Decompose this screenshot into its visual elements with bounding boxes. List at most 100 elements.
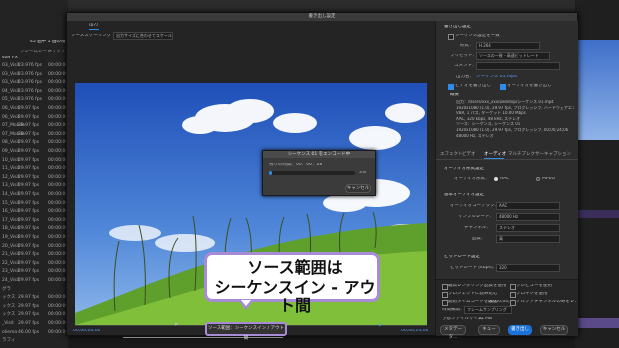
list-item[interactable]: 03_Visit 23.976 fps 00:00:00	[0, 62, 68, 71]
list-item[interactable]: 16_Visit 29.97 fps 00:00:00	[0, 208, 68, 217]
tab-audio[interactable]: オーディオ	[484, 151, 506, 157]
timeline-clip[interactable]	[575, 210, 619, 218]
item-timecode: 00:00:00	[48, 140, 68, 146]
sample-rate-select[interactable]: 48000 Hz	[496, 213, 560, 221]
encoding-progress-dialog: シーケンス 01 をエンコード中 残りの時間：00：00：28 3% キャンセル	[262, 150, 376, 196]
item-framerate: 23.976 fps	[18, 71, 42, 77]
item-timecode: 00:00:00	[48, 157, 68, 163]
list-item[interactable]: ックス 29.97 fps 00:00:00	[0, 303, 68, 312]
tab-video[interactable]: ビデオ	[462, 151, 476, 157]
queue-button[interactable]: キュー	[478, 325, 500, 335]
in-timecode[interactable]: 00;00;00;00	[73, 329, 100, 334]
match-sequence-checkbox[interactable]	[448, 34, 454, 40]
item-framerate: 29.97 fps	[18, 192, 40, 197]
tab-output[interactable]: 出力	[89, 23, 98, 28]
item-name: 21_Visit	[2, 252, 20, 258]
preset-select[interactable]: ソースの一致 - 高速ビットレート	[476, 52, 550, 60]
list-item[interactable]: 18_Visit 29.97 fps 00:00:00	[0, 225, 68, 234]
list-item[interactable]: 12_Visit 29.97 fps 00:00:00	[0, 174, 68, 183]
list-item[interactable]: 24_Visit 29.97 fps 00:00:00	[0, 277, 68, 286]
source-scaling-select[interactable]: 出力サイズに合わせてスケール	[113, 32, 173, 40]
item-timecode: 00:00:00	[48, 106, 68, 111]
item-framerate: 29.97 fps	[18, 278, 40, 283]
output-name-link[interactable]: シーケンス 01.mp4	[476, 75, 517, 80]
progress-cancel-button[interactable]: キャンセル	[345, 184, 371, 193]
bitrate-section[interactable]: ビットレート設定	[444, 255, 480, 260]
list-item[interactable]: 19_Visit 29.97 fps 00:00:00	[0, 234, 68, 243]
list-item[interactable]: 13_Visit 29.97 fps 00:00:00	[0, 182, 68, 191]
basic-audio-section[interactable]: 基本オーディオ設定	[444, 193, 484, 198]
list-item[interactable]: 20_Visit 29.97 fps 00:00:00	[0, 243, 68, 252]
item-timecode: 00:00:00	[48, 295, 68, 301]
format-aac-radio[interactable]	[494, 177, 498, 181]
tab-effects[interactable]: エフェクト	[440, 151, 463, 157]
playhead-icon[interactable]: ▼	[378, 324, 381, 329]
remaining-time: 残りの時間：00：00：28	[269, 163, 323, 167]
summary-line: 48000 Hz, ステレオ	[456, 133, 494, 138]
list-item[interactable]: 05_Visit 23.976 fps 00:00:00	[0, 96, 68, 105]
list-item[interactable]: 03_Visit 23.976 fps 00:00:00	[0, 79, 68, 88]
item-name: 10_Visit	[2, 157, 20, 163]
cancel-button[interactable]: キャンセル	[540, 325, 568, 335]
item-timecode: 00:00:00	[48, 226, 68, 232]
format-mpeg-radio[interactable]	[536, 177, 540, 181]
list-item[interactable]: グラ	[0, 286, 68, 295]
list-item[interactable]: 07_Mobile 29.97 fps 00:00:00	[0, 131, 68, 140]
item-name: 15_Visit	[2, 200, 20, 206]
list-item[interactable]: 17_Visit 29.97 fps 00:00:00	[0, 217, 68, 226]
out-timecode[interactable]: 00;00;24;06	[401, 329, 428, 334]
export-audio-checkbox[interactable]	[500, 84, 506, 90]
callout-pointer-inner	[241, 300, 251, 306]
audio-codec-select[interactable]: AAC	[496, 202, 560, 210]
list-item[interactable]: 14_Visit 29.97 fps 00:00:00	[0, 191, 68, 200]
tab-captions[interactable]: キャプション	[544, 151, 571, 157]
export-settings-title: 書き出し設定	[444, 25, 471, 29]
quality-select[interactable]: 高	[496, 235, 560, 243]
list-item[interactable]: 23_Visit 29.97 fps 00:00:00	[0, 268, 68, 277]
column-framerate[interactable]: フレームレート	[20, 50, 51, 55]
list-item[interactable]: 10_Visit 29.97 fps 00:00:00	[0, 157, 68, 166]
list-item[interactable]: 09_Visit 29.97 fps 00:00:00	[0, 148, 68, 157]
list-item[interactable]: ラフィ	[0, 337, 68, 346]
channels-select[interactable]: ステレオ	[496, 224, 560, 232]
source-range-select[interactable]: ソース範囲：シーケンスイン / アウト間	[205, 322, 287, 341]
list-item[interactable]: 07_Mobile 29.97 fps 00:00:00	[0, 122, 68, 131]
list-item[interactable]: ックス 29.97 fps 00:00:00	[0, 311, 68, 320]
export-video-checkbox[interactable]	[448, 84, 454, 90]
in-out-range-bar[interactable]	[123, 337, 283, 338]
list-item[interactable]: 15_Visit 29.97 fps 00:00:00	[0, 200, 68, 209]
comment-input[interactable]	[476, 62, 560, 70]
bitrate-select[interactable]: 320	[496, 264, 560, 272]
list-item[interactable]: 08_Visit 29.97 fps 00:00:00	[0, 139, 68, 148]
audio-format-section[interactable]: オーディオ形式設定	[444, 167, 484, 172]
column-media[interactable]: メディア	[48, 50, 66, 55]
list-item[interactable]: 11_Visit 29.97 fps 00:00:00	[0, 165, 68, 174]
item-timecode: 00:00:00	[48, 149, 68, 154]
timeline-clip[interactable]	[575, 318, 619, 328]
list-item[interactable]: 06_Visit 29.97 fps 00:00:00	[0, 114, 68, 123]
list-item[interactable]: 22_Visit 29.97 fps 00:00:00	[0, 260, 68, 269]
list-item[interactable]: 06_Visit 29.97 fps 00:00:00	[0, 105, 68, 114]
item-name: 05_Visit	[2, 97, 20, 103]
progress-bar	[269, 171, 355, 175]
list-item[interactable]: ックス 29.97 fps 00:00:00	[0, 294, 68, 303]
item-timecode: 00:00:00	[48, 71, 68, 77]
export-button[interactable]: 書き出し	[508, 325, 532, 335]
list-item[interactable]: 03_Visit 23.976 fps 00:00:00	[0, 71, 68, 80]
max-render-quality-label: 最高レンダリング品質を使用	[448, 284, 507, 288]
list-item[interactable]: 04_Visit 23.976 fps 00:00:00	[0, 88, 68, 97]
list-item[interactable]: _Visit 29.97 fps 00:00:00	[0, 320, 68, 329]
item-timecode: 00:00:00	[48, 80, 68, 86]
item-name: 03_Visit	[2, 80, 20, 86]
play-icon[interactable]: ▶	[175, 323, 178, 328]
list-item[interactable]: 21_Visit 29.97 fps 00:00:00	[0, 251, 68, 260]
item-timecode: 00:00:00	[48, 321, 68, 326]
metadata-button[interactable]: メタデータ...	[440, 325, 466, 340]
item-framerate: 29.97 fps	[18, 243, 40, 249]
item-name: 14_Visit	[2, 192, 20, 197]
tab-audio-underline	[484, 158, 504, 159]
time-interpolation-select[interactable]: フレームサンプリング	[464, 306, 512, 314]
tab-multiplexer[interactable]: マルチプレクサー	[508, 151, 544, 157]
list-item[interactable]: oliema 46.00 fps 00:00:00	[0, 329, 68, 338]
format-select[interactable]: H.264	[476, 42, 540, 50]
